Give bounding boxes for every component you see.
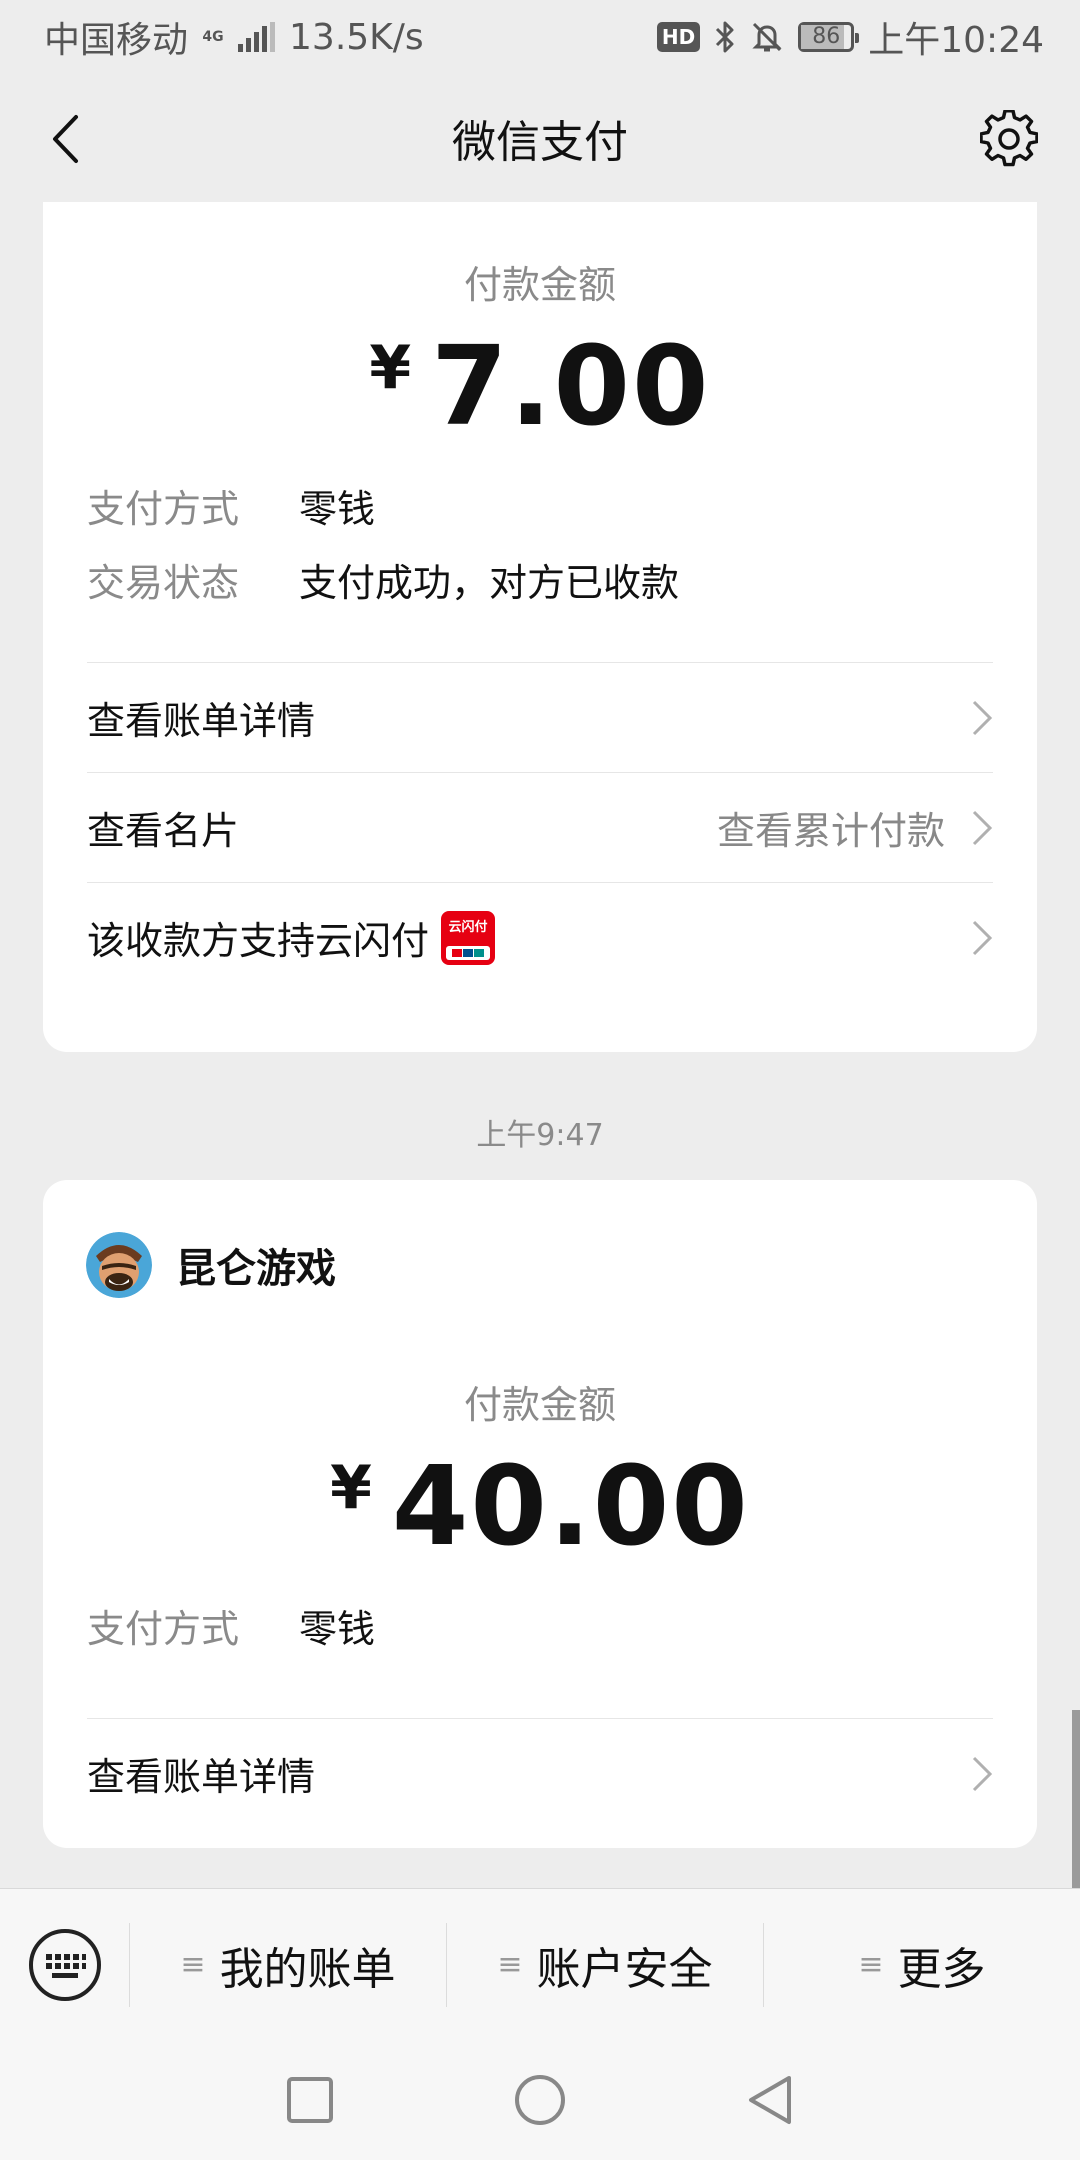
status-bar-left: 中国移动 4G 13.5K/s [44, 11, 424, 63]
status-time: 上午10:24 [868, 20, 1044, 61]
amount-value: 7.00 [431, 322, 711, 450]
square-icon [287, 2077, 333, 2123]
payment-method-row: 支付方式 零钱 [87, 484, 375, 534]
menu-my-bills-label: 我的账单 [219, 1943, 396, 1995]
currency-symbol: ¥ [369, 333, 414, 403]
view-bill-details-row[interactable]: 查看账单详情 [87, 662, 993, 772]
transaction-status-row: 交易状态 支付成功，对方已收款 [87, 558, 679, 608]
back-nav-button[interactable] [740, 2070, 800, 2130]
payment-method-value: 零钱 [299, 1607, 376, 1651]
transaction-status-label: 交易状态 [87, 561, 240, 605]
battery-level: 86 [812, 24, 841, 49]
chevron-right-icon [972, 810, 993, 845]
merchant-name: 昆仑游戏 [176, 1246, 336, 1292]
chevron-right-icon [972, 1756, 993, 1791]
view-business-card-label: 查看名片 [87, 809, 240, 853]
bluetooth-icon [716, 21, 734, 53]
unionpay-support-label: 该收款方支持云闪付 [87, 919, 430, 963]
view-total-payments-link[interactable]: 查看累计付款 [717, 800, 945, 855]
view-bill-details-label: 查看账单详情 [87, 1755, 316, 1799]
unionpay-support-row[interactable]: 该收款方支持云闪付 云闪付 [87, 882, 993, 992]
carrier-name: 中国移动 [44, 20, 189, 61]
message-timestamp: 上午9:47 [476, 1118, 604, 1153]
mute-bell-icon [752, 22, 782, 52]
unionpay-logo-text: 云闪付 [448, 919, 488, 935]
transaction-status-value: 支付成功，对方已收款 [299, 561, 680, 605]
unionpay-logo-icon: 云闪付 [441, 910, 496, 965]
title-bar: 微信支付 [0, 74, 1080, 202]
keyboard-toggle-button[interactable] [0, 1922, 130, 2007]
bottom-menu: ≡ 我的账单 ≡ 账户安全 ≡ 更多 [0, 1888, 1080, 2040]
amount-value: 40.00 [391, 1442, 750, 1570]
merchant-header[interactable]: 昆仑游戏 [86, 1232, 336, 1298]
payment-method-value: 零钱 [299, 487, 376, 531]
payment-card: 付款金额 ¥7.00 支付方式 零钱 交易状态 支付成功，对方已收款 查看账单详… [43, 202, 1037, 1052]
home-button[interactable] [510, 2070, 570, 2130]
circle-icon [515, 2075, 565, 2125]
keyboard-icon [28, 1928, 101, 2001]
menu-account-security-label: 账户安全 [536, 1943, 713, 1995]
back-button[interactable] [30, 104, 100, 174]
menu-more[interactable]: ≡ 更多 [764, 1923, 1080, 2007]
menu-my-bills[interactable]: ≡ 我的账单 [130, 1922, 447, 2007]
amount-label: 付款金额 [463, 263, 616, 307]
payment-method-label: 支付方式 [87, 487, 240, 531]
payment-method-label: 支付方式 [87, 1607, 240, 1651]
status-bar-right: HD 86 上午10:24 [656, 11, 1044, 63]
view-business-card-row[interactable]: 查看名片 查看累计付款 [87, 772, 993, 882]
payment-card: 昆仑游戏 付款金额 ¥40.00 支付方式 零钱 查看账单详情 [43, 1180, 1037, 1848]
network-speed: 13.5K/s [289, 16, 424, 58]
settings-button[interactable] [974, 104, 1044, 174]
recents-button[interactable] [280, 2070, 340, 2130]
payment-method-row: 支付方式 零钱 [87, 1604, 375, 1654]
payment-amount: ¥7.00 [43, 322, 1037, 450]
chevron-right-icon [972, 700, 993, 735]
amount-label: 付款金额 [463, 1383, 616, 1427]
triangle-back-icon [749, 2076, 791, 2124]
system-nav-bar [0, 2040, 1080, 2160]
payment-amount: ¥40.00 [43, 1442, 1037, 1570]
currency-symbol: ¥ [330, 1453, 374, 1523]
status-bar: 中国移动 4G 13.5K/s HD 86 上午10:24 [0, 0, 1080, 74]
signal-icon [238, 22, 276, 52]
view-bill-details-label: 查看账单详情 [87, 699, 316, 743]
game-character-icon [86, 1232, 152, 1298]
gear-icon [980, 110, 1038, 167]
merchant-avatar [86, 1232, 152, 1298]
menu-account-security[interactable]: ≡ 账户安全 [447, 1922, 764, 2007]
page-title: 微信支付 [452, 117, 628, 168]
scrollbar[interactable] [1072, 1710, 1080, 1888]
transaction-list[interactable]: 付款金额 ¥7.00 支付方式 零钱 交易状态 支付成功，对方已收款 查看账单详… [0, 202, 1080, 1888]
menu-lines-icon: ≡ [180, 1947, 206, 1982]
menu-lines-icon: ≡ [858, 1947, 884, 1982]
view-bill-details-row[interactable]: 查看账单详情 [87, 1718, 993, 1828]
menu-more-label: 更多 [897, 1943, 986, 1995]
chevron-right-icon [972, 920, 993, 955]
back-arrow-icon [53, 115, 78, 163]
battery-icon: 86 [798, 22, 860, 52]
network-type: 4G [202, 29, 224, 45]
menu-lines-icon: ≡ [497, 1947, 523, 1982]
hd-icon: HD [656, 22, 701, 52]
